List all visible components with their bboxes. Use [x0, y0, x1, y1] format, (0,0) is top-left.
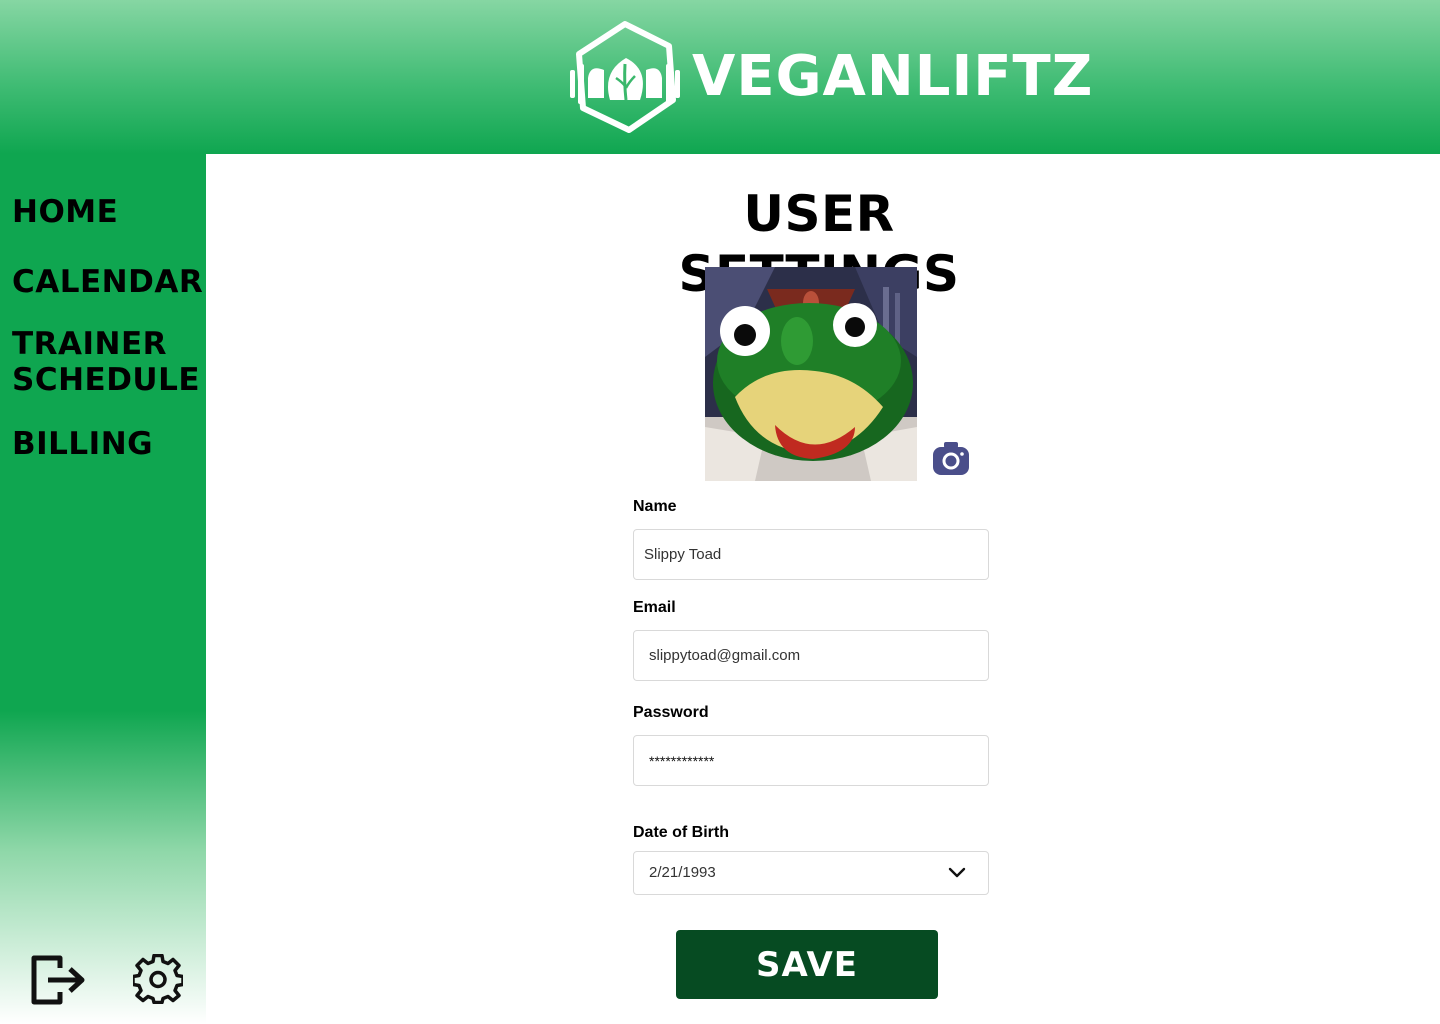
top-header: VEGANLIFTZ [0, 0, 1440, 154]
date-of-birth-value: 2/21/1993 [649, 864, 716, 881]
date-of-birth-label: Date of Birth [633, 824, 729, 841]
password-label: Password [633, 704, 709, 721]
save-button[interactable]: SAVE [676, 930, 938, 999]
sidebar-item-calendar[interactable]: CALENDAR [12, 264, 203, 300]
logout-button[interactable] [30, 954, 88, 1006]
email-label: Email [633, 599, 676, 616]
brand-name: VEGANLIFTZ [692, 44, 1094, 109]
gear-icon [133, 954, 183, 1004]
chevron-down-icon [948, 867, 966, 879]
name-label: Name [633, 498, 677, 515]
sidebar: HOME CALENDAR TRAINER SCHEDULE BILLING [0, 154, 206, 1024]
sidebar-item-trainer-schedule[interactable]: TRAINER SCHEDULE [12, 326, 202, 398]
password-field[interactable] [633, 735, 989, 786]
email-field[interactable] [633, 630, 989, 681]
sidebar-item-billing[interactable]: BILLING [12, 426, 153, 462]
name-field[interactable] [633, 529, 989, 580]
sidebar-item-home[interactable]: HOME [12, 194, 118, 230]
frog-avatar [705, 267, 917, 481]
date-of-birth-select[interactable]: 2/21/1993 [633, 851, 989, 895]
profile-avatar [705, 267, 917, 481]
logo-icon [570, 21, 680, 133]
brand[interactable]: VEGANLIFTZ [566, 20, 1093, 134]
change-photo-button[interactable] [931, 441, 971, 477]
settings-button[interactable] [133, 954, 183, 1004]
logout-icon [31, 955, 85, 1005]
camera-icon [933, 442, 969, 475]
